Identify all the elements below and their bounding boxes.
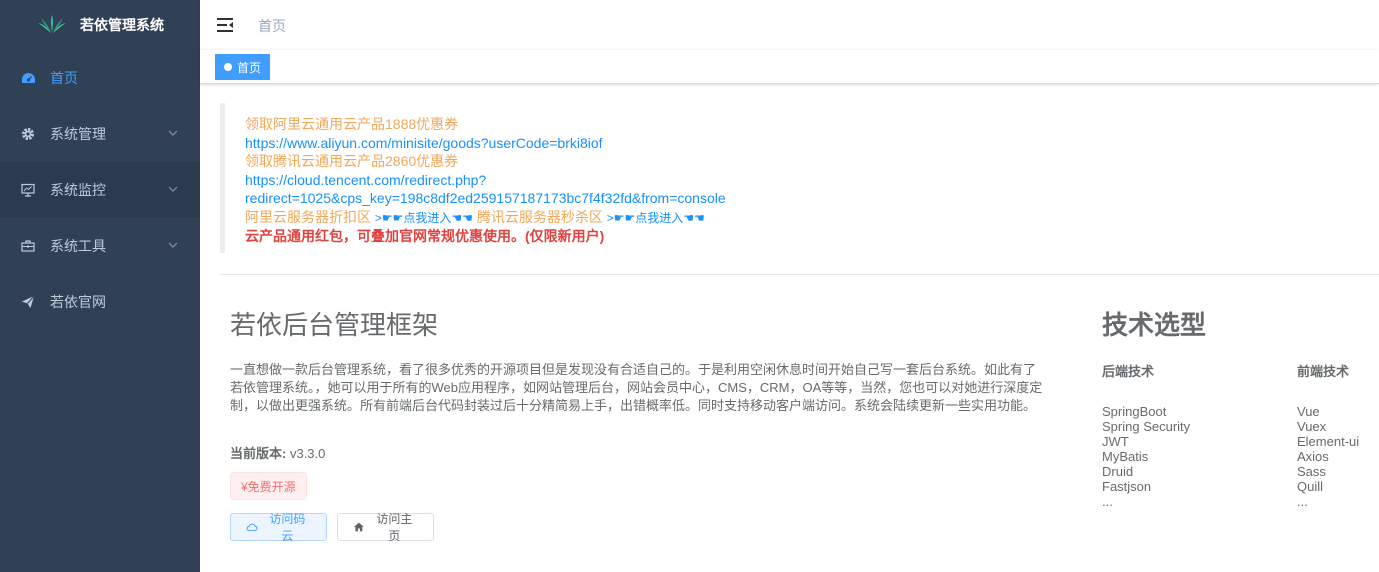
home-icon <box>353 522 364 532</box>
notice-promo-row: 阿里云服务器折扣区 >☛☛点我进入☚☚ 腾讯云服务器秒杀区 >☛☛点我进入☚☚ <box>245 208 820 228</box>
sidebar-item-label: 系统工具 <box>50 238 106 254</box>
cloud-icon <box>246 523 258 531</box>
notice-tencent-text: 领取腾讯云通用云产品2860优惠券 <box>245 153 459 169</box>
sidebar-item-ruoyi-website[interactable]: 若依官网 <box>0 274 200 330</box>
navbar: 首页 <box>200 0 1379 50</box>
divider <box>220 274 1379 275</box>
logo[interactable]: 若依管理系统 <box>0 0 200 50</box>
list-item: Spring Security <box>1102 419 1191 434</box>
list-item: ... <box>1102 494 1113 509</box>
list-item: Axios <box>1297 449 1329 464</box>
promo-tencent-link[interactable]: >☛☛点我进入☚☚ <box>607 211 705 225</box>
gear-icon <box>20 126 36 142</box>
list-item: Element-ui <box>1297 434 1360 449</box>
tags-view: 首页 <box>200 50 1379 84</box>
app-title: 若依管理系统 <box>80 17 164 33</box>
list-item: MyBatis <box>1102 449 1149 464</box>
backend-tech-column: 后端技术 SpringBoot Spring Security JWT MyBa… <box>1102 361 1190 509</box>
visit-homepage-button[interactable]: 访问主页 <box>337 512 434 543</box>
notice-tencent-link[interactable]: https://cloud.tencent.com/redirect.php?r… <box>245 171 820 208</box>
sidebar-item-system-monitor[interactable]: 系统监控 <box>0 162 200 218</box>
sidebar-item-home[interactable]: 首页 <box>0 50 200 106</box>
list-item: JWT <box>1102 434 1129 449</box>
promo-aliyun-link[interactable]: >☛☛点我进入☚☚ <box>375 211 473 225</box>
chevron-down-icon <box>168 130 178 136</box>
list-item: Quill <box>1297 479 1324 494</box>
sidebar-item-label: 若依官网 <box>50 294 106 310</box>
active-dot-icon <box>224 63 232 71</box>
breadcrumb: 首页 <box>258 18 286 34</box>
sidebar-item-system-tools[interactable]: 系统工具 <box>0 218 200 274</box>
frontend-tech-list: Vue Vuex Element-ui Axios Sass Quill ... <box>1297 404 1359 509</box>
list-item: Druid <box>1102 464 1134 479</box>
backend-tech-title: 后端技术 <box>1102 364 1155 379</box>
intro-title: 若依后台管理框架 <box>230 310 439 340</box>
send-icon <box>20 294 36 310</box>
sidebar-item-label: 首页 <box>50 70 78 86</box>
tag-label: 首页 <box>237 60 262 75</box>
list-item: Fastjson <box>1102 479 1152 494</box>
list-item: ... <box>1297 494 1308 509</box>
notice-box: 领取阿里云通用云产品1888优惠券 https://www.aliyun.com… <box>220 103 820 253</box>
hamburger-icon[interactable] <box>216 15 236 35</box>
frontend-tech-title: 前端技术 <box>1297 364 1350 379</box>
list-item: Sass <box>1297 464 1326 479</box>
list-item: Vue <box>1297 404 1320 419</box>
promo-aliyun-text: 阿里云服务器折扣区 <box>245 208 371 225</box>
logo-icon <box>38 15 66 33</box>
tech-title: 技术选型 <box>1102 310 1207 340</box>
promo-tencent-text: 腾讯云服务器秒杀区 <box>476 208 603 225</box>
sidebar-item-label: 系统管理 <box>50 126 106 142</box>
version-label: 当前版本: <box>230 446 287 461</box>
backend-tech-list: SpringBoot Spring Security JWT MyBatis D… <box>1102 404 1190 509</box>
sidebar-item-system-management[interactable]: 系统管理 <box>0 106 200 162</box>
chevron-down-icon <box>168 186 178 192</box>
visit-homepage-label: 访问主页 <box>376 512 413 543</box>
dashboard-icon <box>20 70 36 86</box>
list-item: Vuex <box>1297 419 1327 434</box>
notice-aliyun-link[interactable]: https://www.aliyun.com/minisite/goods?us… <box>245 134 820 153</box>
visit-gitee-button[interactable]: 访问码云 <box>230 512 327 543</box>
version-value: v3.3.0 <box>289 446 326 461</box>
frontend-tech-column: 前端技术 Vue Vuex Element-ui Axios Sass Quil… <box>1297 361 1359 509</box>
list-item: SpringBoot <box>1102 404 1167 419</box>
visit-gitee-label: 访问码云 <box>269 512 306 543</box>
notice-aliyun-text: 领取阿里云通用云产品1888优惠券 <box>245 116 459 132</box>
monitor-icon <box>20 182 36 198</box>
sidebar: 若依管理系统 首页 系统管理 系统监控 系统工具 若依官网 <box>0 0 200 572</box>
notice-warning: 云产品通用红包，可叠加官网常规优惠使用。(仅限新用户) <box>245 228 605 244</box>
chevron-down-icon <box>168 242 178 248</box>
sidebar-item-label: 系统监控 <box>50 182 106 198</box>
tag-home[interactable]: 首页 <box>215 54 271 80</box>
version-row: 当前版本: v3.3.0 <box>230 443 325 462</box>
free-open-source-tag: ¥免费开源 <box>230 472 307 500</box>
toolbox-icon <box>20 238 36 254</box>
intro-description: 一直想做一款后台管理系统，看了很多优秀的开源项目但是发现没有合适自己的。于是利用… <box>230 362 1043 413</box>
